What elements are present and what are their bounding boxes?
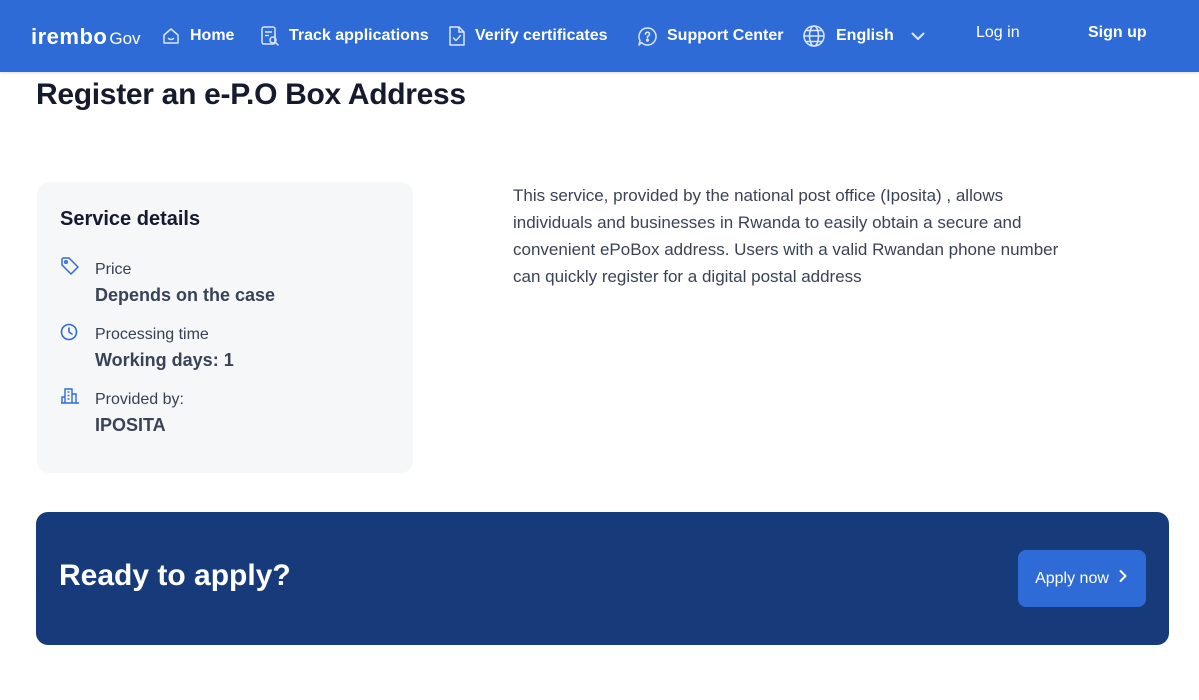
- provider-label: Provided by:: [95, 391, 184, 408]
- apply-now-button[interactable]: Apply now: [1018, 550, 1146, 607]
- irembo-gov-logo[interactable]: irembo Gov: [31, 24, 141, 50]
- service-details-card: Service details Price Depends on the cas…: [37, 182, 413, 473]
- service-details-title: Service details: [60, 208, 201, 230]
- logo-sub-text: Gov: [109, 29, 141, 48]
- nav-support-center[interactable]: Support Center: [637, 22, 783, 50]
- nav-home-label: Home: [190, 27, 235, 44]
- price-value: Depends on the case: [95, 285, 276, 305]
- processing-time-value: Working days: 1: [95, 350, 234, 370]
- top-navigation-bar: irembo Gov Home Track applications Verif…: [0, 0, 1199, 72]
- track-icon: [260, 25, 280, 47]
- apply-now-label: Apply now: [1035, 569, 1109, 587]
- price-label: Price: [95, 261, 132, 278]
- verify-icon: [448, 25, 466, 47]
- apply-title: Ready to apply?: [59, 559, 291, 592]
- nav-verify-label: Verify certificates: [475, 27, 608, 44]
- tag-icon: [60, 256, 80, 281]
- apply-banner: Ready to apply? Apply now: [36, 512, 1169, 645]
- nav-track-applications[interactable]: Track applications: [260, 22, 429, 50]
- nav-track-label: Track applications: [289, 27, 429, 44]
- language-label: English: [836, 27, 894, 44]
- chevron-down-icon: [910, 28, 926, 44]
- chevron-right-icon: [1117, 569, 1129, 588]
- home-icon: [161, 26, 181, 46]
- service-description: This service, provided by the national p…: [513, 186, 1059, 286]
- building-icon: [60, 386, 80, 411]
- logo-main-text: irembo: [31, 24, 108, 49]
- processing-time-label: Processing time: [95, 326, 209, 343]
- support-icon: [637, 26, 658, 47]
- language-selector[interactable]: English: [802, 22, 926, 50]
- login-link[interactable]: Log in: [976, 24, 1020, 42]
- nav-verify-certificates[interactable]: Verify certificates: [448, 22, 608, 50]
- page-title: Register an e-P.O Box Address: [36, 78, 466, 111]
- globe-icon: [802, 24, 826, 48]
- nav-home[interactable]: Home: [161, 22, 234, 50]
- signup-link[interactable]: Sign up: [1088, 24, 1147, 42]
- clock-icon: [60, 321, 80, 346]
- provider-value: IPOSITA: [95, 415, 166, 435]
- nav-support-label: Support Center: [667, 27, 784, 44]
